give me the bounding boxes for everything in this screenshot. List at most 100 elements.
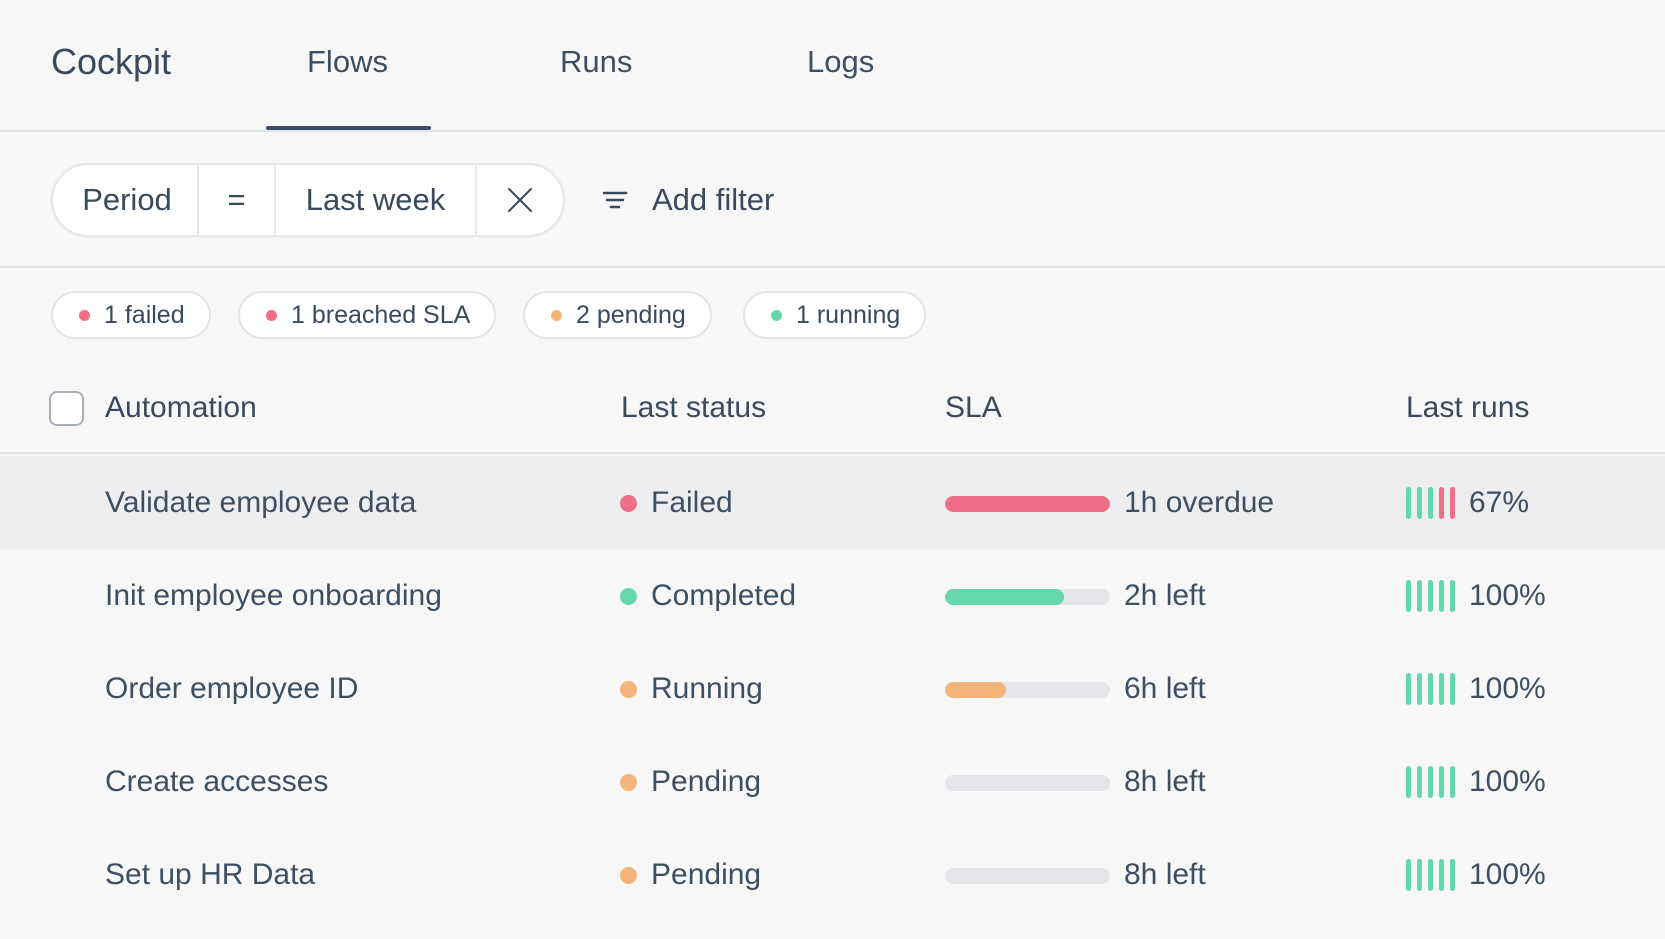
filter-value[interactable]: Last week — [276, 165, 477, 235]
sla-progress-bar — [945, 496, 1110, 512]
run-bar — [1417, 766, 1422, 798]
sla-text: 1h overdue — [1124, 486, 1275, 519]
automation-name: Create accesses — [105, 765, 329, 798]
chip-label: 2 pending — [576, 300, 686, 329]
running-dot-icon — [771, 309, 782, 321]
tab-logs[interactable]: Logs — [807, 42, 874, 82]
run-bar — [1406, 673, 1411, 705]
run-bar — [1428, 859, 1433, 891]
column-header-last-status[interactable]: Last status — [621, 388, 766, 428]
table-row[interactable]: Create accesses Pending 8h left 100% — [0, 735, 1665, 828]
status-text: Completed — [651, 579, 797, 612]
automation-name: Set up HR Data — [105, 858, 316, 891]
column-header-sla[interactable]: SLA — [945, 388, 1002, 428]
run-bar — [1428, 766, 1433, 798]
chip-breached-sla[interactable]: 1 breached SLA — [238, 291, 497, 339]
failed-dot-icon — [79, 309, 90, 321]
app-title: Cockpit — [51, 41, 172, 82]
clear-filter-button[interactable] — [477, 165, 563, 235]
filter-lines-icon — [602, 191, 628, 209]
sla-progress-fill — [945, 682, 1007, 698]
run-bar — [1406, 580, 1411, 612]
runs-success-rate: 100% — [1469, 579, 1546, 612]
runs-success-rate: 100% — [1469, 765, 1546, 798]
status-dot-icon — [620, 867, 637, 884]
runs-success-rate: 67% — [1469, 486, 1530, 519]
active-tab-indicator — [266, 126, 431, 130]
run-bar — [1417, 487, 1422, 519]
add-filter-button[interactable]: Add filter — [602, 180, 774, 220]
run-bar — [1428, 673, 1433, 705]
table-row[interactable]: Init employee onboarding Completed 2h left… — [0, 549, 1665, 642]
run-bar — [1439, 580, 1444, 612]
last-runs-bars — [1406, 580, 1455, 612]
add-filter-label: Add filter — [652, 182, 775, 217]
last-runs-bars — [1406, 766, 1455, 798]
table-header: Automation Last status SLA Last runs — [0, 364, 1665, 454]
filter-operator[interactable]: = — [199, 165, 276, 235]
select-all-checkbox[interactable] — [49, 391, 84, 426]
status-dot-icon — [620, 681, 637, 698]
last-runs-bars — [1406, 673, 1455, 705]
sla-progress-bar — [945, 682, 1110, 698]
run-bar — [1406, 487, 1411, 519]
sla-text: 2h left — [1124, 579, 1206, 612]
run-bar — [1439, 859, 1444, 891]
status-dot-icon — [620, 588, 637, 605]
runs-success-rate: 100% — [1469, 858, 1546, 891]
status-text: Pending — [651, 765, 762, 798]
pending-dot-icon — [551, 309, 562, 321]
run-bar — [1439, 673, 1444, 705]
sla-progress-fill — [945, 496, 1110, 512]
run-bar — [1417, 859, 1422, 891]
status-dot-icon — [620, 774, 637, 791]
status-text: Running — [651, 672, 763, 705]
sla-text: 8h left — [1124, 765, 1206, 798]
chip-label: 1 failed — [104, 300, 185, 329]
table-row[interactable]: Order employee ID Running 6h left 100% — [0, 642, 1665, 735]
run-bar — [1450, 673, 1455, 705]
run-bar — [1450, 580, 1455, 612]
automation-name: Order employee ID — [105, 672, 359, 705]
run-bar — [1406, 766, 1411, 798]
run-bar — [1417, 673, 1422, 705]
table-row[interactable]: Validate employee data Failed 1h overdue 67… — [0, 456, 1665, 549]
run-bar — [1450, 487, 1455, 519]
table-row[interactable]: Set up HR Data Pending 8h left 100% — [0, 828, 1665, 921]
breached-dot-icon — [266, 309, 277, 321]
automation-name: Validate employee data — [105, 486, 417, 519]
run-bar — [1439, 487, 1444, 519]
sla-progress-bar — [945, 775, 1110, 791]
run-bar — [1417, 580, 1422, 612]
run-bar — [1450, 766, 1455, 798]
tab-flows[interactable]: Flows — [307, 42, 388, 82]
top-navigation: Cockpit Flows Runs Logs — [0, 0, 1665, 132]
last-runs-bars — [1406, 859, 1455, 891]
tab-runs[interactable]: Runs — [560, 42, 632, 82]
runs-success-rate: 100% — [1469, 672, 1546, 705]
chip-running[interactable]: 1 running — [743, 291, 927, 339]
chip-label: 1 breached SLA — [291, 300, 471, 329]
filter-bar: Period = Last week Add filter — [0, 132, 1665, 268]
sla-progress-bar — [945, 589, 1110, 605]
close-icon — [508, 188, 532, 212]
run-bar — [1428, 580, 1433, 612]
automation-name: Init employee onboarding — [105, 579, 442, 612]
status-text: Failed — [651, 486, 733, 519]
sla-progress-fill — [945, 589, 1064, 605]
status-text: Pending — [651, 858, 762, 891]
sla-text: 8h left — [1124, 858, 1206, 891]
filter-field[interactable]: Period — [53, 165, 199, 235]
status-dot-icon — [620, 495, 637, 512]
chip-label: 1 running — [796, 300, 901, 329]
sla-text: 6h left — [1124, 672, 1206, 705]
run-bar — [1439, 766, 1444, 798]
cockpit-app: Cockpit Flows Runs Logs Period = Last we… — [0, 0, 1665, 939]
chip-pending[interactable]: 2 pending — [523, 291, 712, 339]
sla-progress-bar — [945, 868, 1110, 884]
column-header-automation[interactable]: Automation — [105, 388, 257, 428]
chip-failed[interactable]: 1 failed — [51, 291, 211, 339]
column-header-last-runs[interactable]: Last runs — [1406, 388, 1529, 428]
last-runs-bars — [1406, 487, 1455, 519]
run-bar — [1450, 859, 1455, 891]
